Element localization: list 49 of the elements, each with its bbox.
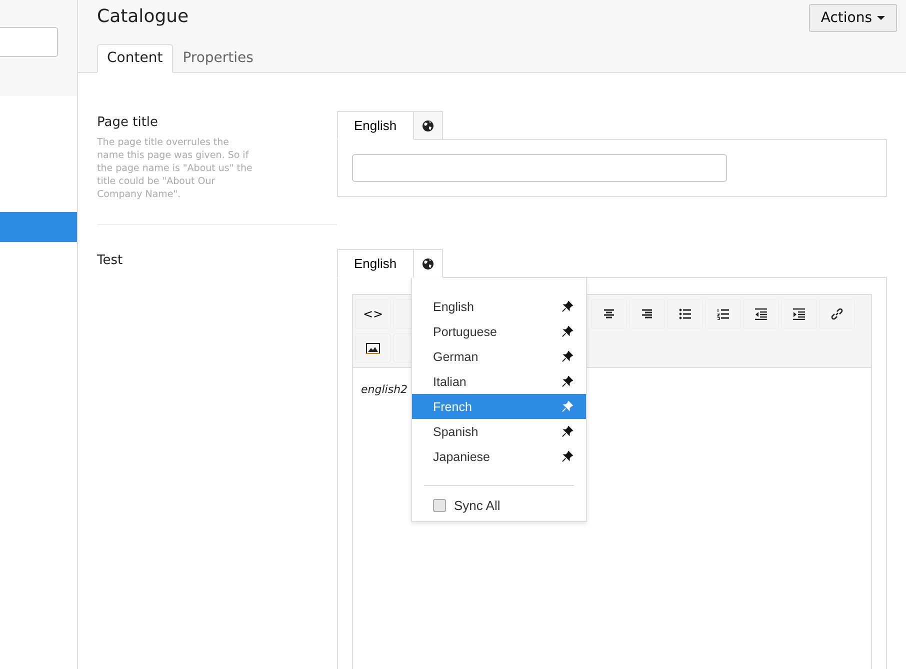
pin-icon[interactable] (562, 326, 573, 337)
pin-icon[interactable] (562, 376, 573, 387)
toolbar-button[interactable] (591, 299, 627, 329)
indent-icon (793, 308, 805, 320)
field-label: Page title (97, 115, 160, 130)
menu-item[interactable]: French (412, 394, 586, 419)
toolbar-button[interactable] (629, 299, 665, 329)
tab[interactable]: Content (97, 44, 173, 73)
menu-item[interactable]: Japaniese (412, 444, 586, 469)
outdent-icon (755, 308, 767, 320)
bullet-list-icon (679, 308, 691, 320)
toolbar-button[interactable] (781, 299, 817, 329)
source-code-button[interactable]: <> (355, 299, 391, 329)
language-tab[interactable]: English (337, 111, 414, 140)
menu-item[interactable]: English (412, 294, 586, 319)
align-center-icon (603, 308, 615, 320)
menu-item[interactable]: Portuguese (412, 319, 586, 344)
link-icon (831, 308, 843, 320)
search-field[interactable] (0, 27, 58, 57)
actions-button[interactable]: Actions (808, 4, 897, 32)
menu-item[interactable]: German (412, 344, 586, 369)
pin-icon[interactable] (562, 351, 573, 362)
toolbar-button[interactable] (667, 299, 703, 329)
toolbar-button[interactable] (819, 299, 855, 329)
language-tab[interactable]: English (337, 249, 414, 278)
image-icon (366, 342, 380, 354)
toolbar-button[interactable] (743, 299, 779, 329)
field-label: Test (97, 253, 124, 268)
input-field[interactable] (352, 154, 727, 182)
menu-item[interactable]: Spanish (412, 419, 586, 444)
pin-icon[interactable] (562, 426, 573, 437)
globe-icon (422, 258, 434, 270)
help-text: The page title overrules the name this page was given. So if the page name is "About us" the title could be "About Our Company Name". (97, 136, 254, 201)
toolbar-button[interactable] (705, 299, 741, 329)
sync-all-checkbox[interactable]: Sync All (412, 498, 586, 513)
pin-icon[interactable] (562, 451, 573, 462)
globe-icon (422, 120, 434, 132)
menu-item[interactable]: Italian (412, 369, 586, 394)
toolbar-button[interactable] (355, 333, 391, 363)
language-menu-tab[interactable] (414, 249, 443, 278)
pin-icon[interactable] (562, 301, 573, 312)
editor-text: english2 (361, 383, 408, 396)
tab[interactable]: Properties (172, 44, 264, 73)
page-heading: Catalogue (97, 6, 189, 26)
caret-icon (877, 16, 885, 20)
numbered-list-icon (717, 308, 729, 320)
align-right-icon (641, 308, 653, 320)
checkbox[interactable] (433, 499, 446, 512)
language-menu-tab[interactable] (414, 111, 443, 140)
